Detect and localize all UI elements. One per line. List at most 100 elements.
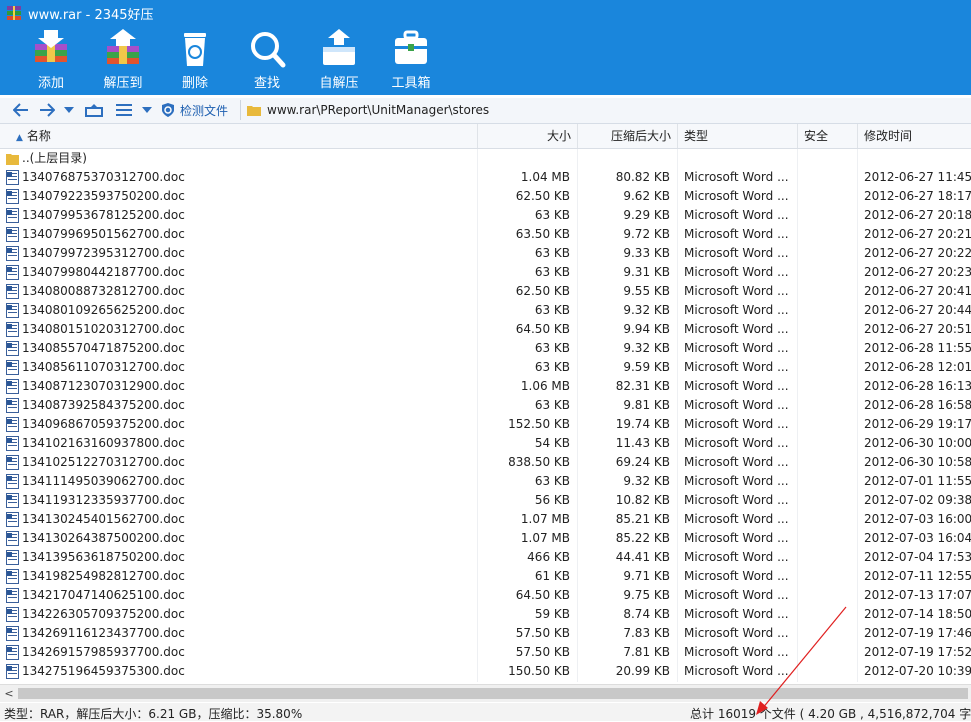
file-row[interactable]: 134130264387500200.doc 1.07 MB 85.22 KB Mic… bbox=[0, 529, 971, 548]
word-doc-icon bbox=[6, 455, 19, 470]
file-row[interactable]: 134111495039062700.doc 63 KB 9.32 KB Micros… bbox=[0, 472, 971, 491]
file-row[interactable]: 134102512270312700.doc 838.50 KB 69.24 KB M… bbox=[0, 453, 971, 472]
file-packed-size: 9.94 KB bbox=[623, 322, 670, 336]
scroll-left-icon[interactable]: < bbox=[2, 685, 16, 702]
file-row[interactable]: 134130245401562700.doc 1.07 MB 85.21 KB Mic… bbox=[0, 510, 971, 529]
file-row[interactable]: 134198254982812700.doc 61 KB 9.71 KB Micros… bbox=[0, 567, 971, 586]
column-header: ▲ 名称 大小 压缩后大小 类型 安全 修改时间 bbox=[0, 124, 971, 149]
col-security-label: 安全 bbox=[804, 129, 829, 143]
find-button[interactable]: 查找 bbox=[234, 28, 300, 92]
file-packed-size: 9.32 KB bbox=[623, 474, 670, 488]
self-extract-button[interactable]: 自解压 bbox=[306, 28, 372, 92]
detect-file-button[interactable]: 检测文件 bbox=[160, 100, 241, 120]
parent-folder-row[interactable]: ..(上层目录) bbox=[0, 149, 971, 168]
file-row[interactable]: 134226305709375200.doc 59 KB 8.74 KB Micros… bbox=[0, 605, 971, 624]
file-row[interactable]: 134269116123437700.doc 57.50 KB 7.83 KB Mic… bbox=[0, 624, 971, 643]
file-modified: 2012-06-27 18:17: bbox=[864, 189, 971, 203]
file-row[interactable]: 134080151020312700.doc 64.50 KB 9.94 KB Mic… bbox=[0, 320, 971, 339]
file-modified: 2012-06-27 20:51: bbox=[864, 322, 971, 336]
file-security bbox=[798, 206, 858, 225]
file-security bbox=[798, 263, 858, 282]
file-name-cell: 134102163160937800.doc bbox=[6, 434, 476, 453]
file-size: 63.50 KB bbox=[515, 227, 570, 241]
file-row[interactable]: 134087392584375200.doc 63 KB 9.81 KB Micros… bbox=[0, 396, 971, 415]
file-packed-size: 7.81 KB bbox=[623, 645, 670, 659]
file-row[interactable]: 134275196459375300.doc 150.50 KB 20.99 KB M… bbox=[0, 662, 971, 681]
file-row[interactable]: 134096867059375200.doc 152.50 KB 19.74 KB M… bbox=[0, 415, 971, 434]
file-security bbox=[798, 491, 858, 510]
file-row[interactable]: 134079223593750200.doc 62.50 KB 9.62 KB Mic… bbox=[0, 187, 971, 206]
file-name: 134080088732812700.doc bbox=[22, 284, 185, 298]
file-packed-size: 9.29 KB bbox=[623, 208, 670, 222]
sort-ascending-icon: ▲ bbox=[16, 133, 23, 143]
file-type: Microsoft Word ... bbox=[684, 265, 789, 279]
horizontal-scrollbar[interactable]: < bbox=[0, 684, 971, 702]
file-packed-size: 9.59 KB bbox=[623, 360, 670, 374]
col-modified-header[interactable]: 修改时间 bbox=[858, 124, 971, 148]
file-packed-size: 20.99 KB bbox=[615, 664, 670, 678]
file-row[interactable]: 134079969501562700.doc 63.50 KB 9.72 KB Mic… bbox=[0, 225, 971, 244]
col-name-header[interactable]: ▲ 名称 bbox=[0, 124, 478, 148]
file-modified: 2012-07-02 09:38: bbox=[864, 493, 971, 507]
magnifier-icon bbox=[251, 32, 286, 68]
file-row[interactable]: 134102163160937800.doc 54 KB 11.43 KB Micro… bbox=[0, 434, 971, 453]
file-row[interactable]: 134079980442187700.doc 63 KB 9.31 KB Micros… bbox=[0, 263, 971, 282]
col-type-header[interactable]: 类型 bbox=[678, 124, 798, 148]
file-type: Microsoft Word ... bbox=[684, 607, 789, 621]
file-modified: 2012-06-27 20:23: bbox=[864, 265, 971, 279]
status-bar: 类型：RAR，解压后大小：6.21 GB，压缩比：35.80% 总计 16019… bbox=[0, 703, 971, 721]
file-row[interactable]: 134139563618750200.doc 466 KB 44.41 KB Micr… bbox=[0, 548, 971, 567]
file-row[interactable]: 134119312335937700.doc 56 KB 10.82 KB Micro… bbox=[0, 491, 971, 510]
view-mode-button[interactable] bbox=[112, 101, 136, 119]
file-name-cell: 134079969501562700.doc bbox=[6, 225, 476, 244]
col-packed-header[interactable]: 压缩后大小 bbox=[578, 124, 678, 148]
back-button[interactable] bbox=[10, 101, 32, 119]
up-folder-button[interactable] bbox=[82, 101, 106, 119]
file-size: 63 KB bbox=[534, 246, 570, 260]
file-row[interactable]: 134080109265625200.doc 63 KB 9.32 KB Micros… bbox=[0, 301, 971, 320]
add-label: 添加 bbox=[37, 76, 64, 91]
file-modified: 2012-07-03 16:04: bbox=[864, 531, 971, 545]
file-modified: 2012-06-27 20:22: bbox=[864, 246, 971, 260]
file-name: 134079969501562700.doc bbox=[22, 227, 185, 241]
file-name: 134111495039062700.doc bbox=[22, 474, 185, 488]
file-name-cell: 134226305709375200.doc bbox=[6, 605, 476, 624]
file-row[interactable]: 134080088732812700.doc 62.50 KB 9.55 KB Mic… bbox=[0, 282, 971, 301]
file-security bbox=[798, 453, 858, 472]
file-size: 63 KB bbox=[534, 208, 570, 222]
word-doc-icon bbox=[6, 379, 19, 394]
word-doc-icon bbox=[6, 303, 19, 318]
file-size: 1.04 MB bbox=[520, 170, 570, 184]
word-doc-icon bbox=[6, 550, 19, 565]
file-modified: 2012-07-11 12:55: bbox=[864, 569, 971, 583]
history-dropdown[interactable] bbox=[62, 101, 76, 119]
word-doc-icon bbox=[6, 246, 19, 261]
delete-button[interactable]: 删除 bbox=[162, 28, 228, 92]
file-name-cell: 134119312335937700.doc bbox=[6, 491, 476, 510]
file-row[interactable]: 134079972395312700.doc 63 KB 9.33 KB Micros… bbox=[0, 244, 971, 263]
scrollbar-thumb[interactable] bbox=[18, 688, 968, 699]
add-button[interactable]: 添加 bbox=[18, 28, 84, 92]
file-modified: 2012-07-13 17:07: bbox=[864, 588, 971, 602]
file-security bbox=[798, 643, 858, 662]
toolbox-button[interactable]: 工具箱 bbox=[378, 28, 444, 92]
file-packed-size: 9.75 KB bbox=[623, 588, 670, 602]
file-name: 134079953678125200.doc bbox=[22, 208, 185, 222]
file-modified: 2012-07-04 17:53: bbox=[864, 550, 971, 564]
file-row[interactable]: 134085611070312700.doc 63 KB 9.59 KB Micros… bbox=[0, 358, 971, 377]
col-security-header[interactable]: 安全 bbox=[798, 124, 858, 148]
file-row[interactable]: 134269157985937700.doc 57.50 KB 7.81 KB Mic… bbox=[0, 643, 971, 662]
extract-to-button[interactable]: 解压到 bbox=[90, 28, 156, 92]
forward-button[interactable] bbox=[36, 101, 58, 119]
view-mode-dropdown[interactable] bbox=[140, 101, 154, 119]
file-modified: 2012-06-27 20:41: bbox=[864, 284, 971, 298]
path-bar[interactable]: www.rar\PReport\UnitManager\stores bbox=[243, 99, 969, 121]
file-row[interactable]: 134217047140625100.doc 64.50 KB 9.75 KB Mic… bbox=[0, 586, 971, 605]
file-row[interactable]: 134076875370312700.doc 1.04 MB 80.82 KB Mic… bbox=[0, 168, 971, 187]
file-row[interactable]: 134087123070312900.doc 1.06 MB 82.31 KB Mic… bbox=[0, 377, 971, 396]
file-type: Microsoft Word ... bbox=[684, 303, 789, 317]
file-row[interactable]: 134085570471875200.doc 63 KB 9.32 KB Micros… bbox=[0, 339, 971, 358]
col-size-header[interactable]: 大小 bbox=[478, 124, 578, 148]
file-row[interactable]: 134079953678125200.doc 63 KB 9.29 KB Micros… bbox=[0, 206, 971, 225]
file-type: Microsoft Word ... bbox=[684, 550, 789, 564]
